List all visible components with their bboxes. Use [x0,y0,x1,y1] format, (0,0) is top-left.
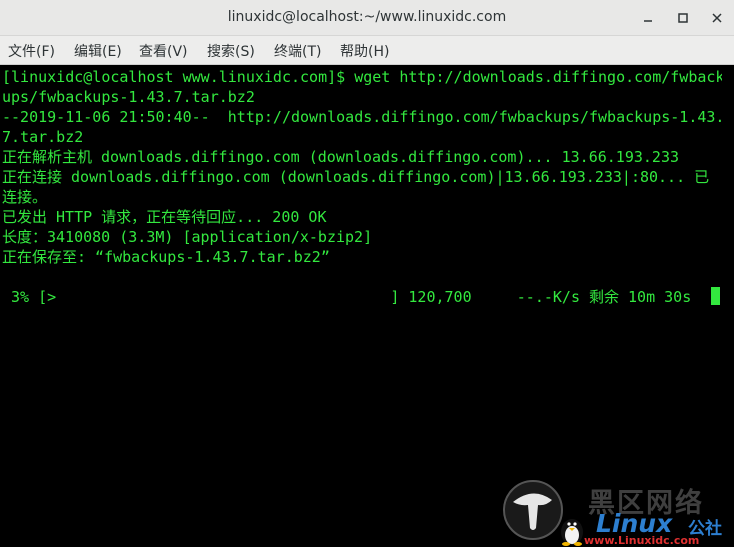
download-progress-line: 3% [> ] 120,700 --.-K/s 剩余 10m 30s [2,288,692,306]
terminal-line: 正在保存至: “fwbackups-1.43.7.tar.bz2” [2,248,330,266]
watermark-logo: 黑区网络 Linux 公社 www.Linuxidc.com [500,478,734,547]
terminal-cursor [711,287,720,305]
close-button[interactable] [707,8,727,28]
close-icon [712,13,722,23]
terminal-line: 正在连接 downloads.diffingo.com (downloads.d… [2,168,710,186]
terminal-output[interactable]: [linuxidc@localhost www.linuxidc.com]$ w… [0,65,722,547]
maximize-button[interactable] [673,8,693,28]
terminal-line: 正在解析主机 downloads.diffingo.com (downloads… [2,148,680,166]
terminal-scrollbar[interactable] [722,65,734,547]
minimize-icon [644,20,652,22]
terminal-line: 连接。 [2,188,48,206]
title-bar[interactable]: linuxidc@localhost:~/www.linuxidc.com [0,0,734,36]
terminal-line: --2019-11-06 21:50:40-- http://downloads… [2,108,722,126]
menu-edit[interactable]: 编辑(E) [71,41,125,61]
terminal-line: ups/fwbackups-1.43.7.tar.bz2 [2,88,255,106]
menu-search[interactable]: 搜索(S) [204,41,258,61]
menu-help[interactable]: 帮助(H) [337,41,392,61]
terminal-window: linuxidc@localhost:~/www.linuxidc.com 文件… [0,0,734,547]
minimize-button[interactable] [638,8,658,28]
watermark-url: www.Linuxidc.com [584,534,700,547]
terminal-line: 长度：3410080 (3.3M) [application/x-bzip2] [2,228,373,246]
terminal-line-prompt: [linuxidc@localhost www.linuxidc.com]$ w… [2,68,722,86]
tux-penguin-icon [503,480,583,546]
terminal-line: 7.tar.bz2 [2,128,84,146]
window-title: linuxidc@localhost:~/www.linuxidc.com [227,9,507,25]
menu-terminal[interactable]: 终端(T) [271,41,324,61]
menu-bar: 文件(F) 编辑(E) 查看(V) 搜索(S) 终端(T) 帮助(H) [0,36,734,65]
menu-file[interactable]: 文件(F) [5,41,58,61]
terminal-line: 已发出 HTTP 请求，正在等待回应... 200 OK [2,208,327,226]
maximize-icon [678,13,688,23]
menu-view[interactable]: 查看(V) [136,41,191,61]
